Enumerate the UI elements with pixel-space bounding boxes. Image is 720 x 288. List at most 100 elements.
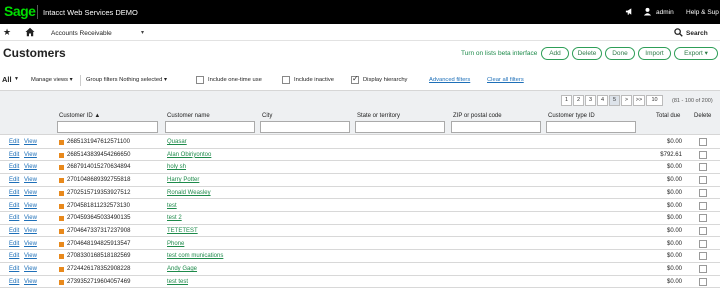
col-city[interactable]: City bbox=[262, 113, 272, 119]
advanced-filters-link[interactable]: Advanced filters bbox=[429, 77, 470, 83]
delete-checkbox[interactable] bbox=[699, 150, 707, 159]
col-state[interactable]: State or territory bbox=[357, 113, 400, 119]
page-1-button[interactable]: 1 bbox=[561, 95, 572, 106]
edit-link[interactable]: Edit bbox=[9, 139, 19, 145]
include-one-time-checkbox[interactable] bbox=[196, 76, 204, 84]
company-title[interactable]: Intacct Web Services DEMO bbox=[43, 8, 138, 17]
delete-checkbox[interactable] bbox=[699, 176, 707, 185]
view-link[interactable]: View bbox=[24, 152, 37, 158]
state-filter-input[interactable] bbox=[355, 121, 445, 133]
chevron-down-icon[interactable]: ▼ bbox=[14, 76, 19, 82]
customer-id-filter-input[interactable] bbox=[57, 121, 158, 133]
edit-link[interactable]: Edit bbox=[9, 152, 19, 158]
view-link[interactable]: View bbox=[24, 266, 37, 272]
import-button[interactable]: Import bbox=[638, 47, 671, 60]
page-10-button[interactable]: 10 bbox=[646, 95, 663, 106]
col-total-due[interactable]: Total due bbox=[656, 113, 680, 119]
view-link[interactable]: View bbox=[24, 164, 37, 170]
edit-link[interactable]: Edit bbox=[9, 215, 19, 221]
view-link[interactable]: View bbox=[24, 190, 37, 196]
search-icon[interactable] bbox=[674, 28, 683, 37]
customer-name-link[interactable]: test bbox=[167, 203, 177, 209]
customer-name-link[interactable]: Harry Potter bbox=[167, 177, 199, 183]
col-customer-name[interactable]: Customer name bbox=[167, 113, 210, 119]
page-3-button[interactable]: 3 bbox=[585, 95, 596, 106]
add-button[interactable]: Add bbox=[541, 47, 569, 60]
edit-link[interactable]: Edit bbox=[9, 177, 19, 183]
module-menu[interactable]: Accounts Receivable bbox=[51, 30, 112, 37]
home-icon[interactable] bbox=[25, 27, 35, 37]
manage-views-menu[interactable]: Manage views ▾ bbox=[31, 77, 73, 83]
view-link[interactable]: View bbox=[24, 279, 37, 285]
zip-filter-input[interactable] bbox=[451, 121, 541, 133]
delete-button[interactable]: Delete bbox=[572, 47, 602, 60]
customer-name-link[interactable]: test 2 bbox=[167, 215, 182, 221]
export-button[interactable]: Export ▾ bbox=[674, 47, 718, 60]
last-page-button[interactable]: >> bbox=[633, 95, 645, 106]
view-link[interactable]: View bbox=[24, 177, 37, 183]
table-row: Edit View 2704581811232573130 test $0.00 bbox=[0, 199, 720, 212]
col-zip[interactable]: ZIP or postal code bbox=[453, 113, 502, 119]
customer-name-filter-input[interactable] bbox=[165, 121, 255, 133]
delete-checkbox[interactable] bbox=[699, 214, 707, 223]
view-link[interactable]: View bbox=[24, 215, 37, 221]
include-inactive-checkbox[interactable] bbox=[282, 76, 290, 84]
customer-type-filter-input[interactable] bbox=[546, 121, 636, 133]
edit-link[interactable]: Edit bbox=[9, 203, 19, 209]
delete-checkbox[interactable] bbox=[699, 239, 707, 248]
customer-name-link[interactable]: Ronald Weasley bbox=[167, 190, 211, 196]
edit-link[interactable]: Edit bbox=[9, 190, 19, 196]
page-4-button[interactable]: 4 bbox=[597, 95, 608, 106]
star-icon[interactable]: ★ bbox=[3, 27, 11, 37]
customer-name-link[interactable]: test com munications bbox=[167, 253, 223, 259]
delete-checkbox[interactable] bbox=[699, 226, 707, 235]
view-link[interactable]: View bbox=[24, 253, 37, 259]
view-link[interactable]: View bbox=[24, 203, 37, 209]
view-selector[interactable]: All bbox=[2, 75, 12, 84]
help-support-link[interactable]: Help & Sup bbox=[686, 9, 719, 16]
edit-link[interactable]: Edit bbox=[9, 164, 19, 170]
delete-checkbox[interactable] bbox=[699, 265, 707, 273]
group-filters-menu[interactable]: Group filters Nothing selected ▾ bbox=[86, 77, 167, 83]
user-icon[interactable] bbox=[643, 7, 652, 16]
edit-link[interactable]: Edit bbox=[9, 241, 19, 247]
clear-all-filters-link[interactable]: Clear all filters bbox=[487, 77, 524, 83]
sage-logo[interactable]: Sage bbox=[4, 3, 36, 19]
done-button[interactable]: Done bbox=[605, 47, 635, 60]
customer-name-link[interactable]: Andy Gage bbox=[167, 266, 197, 272]
search-label[interactable]: Search bbox=[686, 30, 708, 37]
customer-id-cell: 2704581811232573130 bbox=[67, 202, 130, 209]
col-customer-type[interactable]: Customer type ID bbox=[548, 113, 595, 119]
next-page-button[interactable]: > bbox=[621, 95, 632, 106]
customer-name-link[interactable]: test test bbox=[167, 279, 188, 285]
customer-name-link[interactable]: holy sh bbox=[167, 164, 186, 170]
customer-name-link[interactable]: Quasar bbox=[167, 139, 187, 145]
table-row: Edit View 2687914015270634894 holy sh $0.00 bbox=[0, 161, 720, 174]
delete-checkbox[interactable] bbox=[699, 138, 707, 146]
delete-checkbox[interactable] bbox=[699, 201, 707, 210]
page-2-button[interactable]: 2 bbox=[573, 95, 584, 106]
edit-link[interactable]: Edit bbox=[9, 266, 19, 272]
beta-interface-link[interactable]: Turn on lists beta interface bbox=[461, 50, 537, 57]
city-filter-input[interactable] bbox=[260, 121, 350, 133]
edit-link[interactable]: Edit bbox=[9, 228, 19, 234]
customer-id-cell: 2724426178352908228 bbox=[67, 266, 131, 272]
customer-name-link[interactable]: TETETEST bbox=[167, 228, 198, 234]
delete-checkbox[interactable] bbox=[699, 163, 707, 172]
col-customer-id[interactable]: Customer ID ▲ bbox=[59, 113, 100, 119]
total-due-cell: $0.00 bbox=[666, 177, 682, 184]
view-link[interactable]: View bbox=[24, 228, 37, 234]
customer-name-link[interactable]: Phone bbox=[167, 241, 184, 247]
user-name[interactable]: admin bbox=[656, 9, 674, 16]
chevron-down-icon[interactable]: ▾ bbox=[141, 29, 144, 36]
edit-link[interactable]: Edit bbox=[9, 253, 19, 259]
delete-checkbox[interactable] bbox=[699, 188, 707, 197]
megaphone-icon[interactable] bbox=[625, 7, 634, 16]
view-link[interactable]: View bbox=[24, 139, 37, 145]
view-link[interactable]: View bbox=[24, 241, 37, 247]
delete-checkbox[interactable] bbox=[699, 252, 707, 261]
customer-name-link[interactable]: Alan Obiriyontoo bbox=[167, 152, 211, 158]
edit-link[interactable]: Edit bbox=[9, 279, 19, 285]
delete-checkbox[interactable] bbox=[699, 277, 707, 286]
page-5-button[interactable]: 5 bbox=[609, 95, 620, 106]
